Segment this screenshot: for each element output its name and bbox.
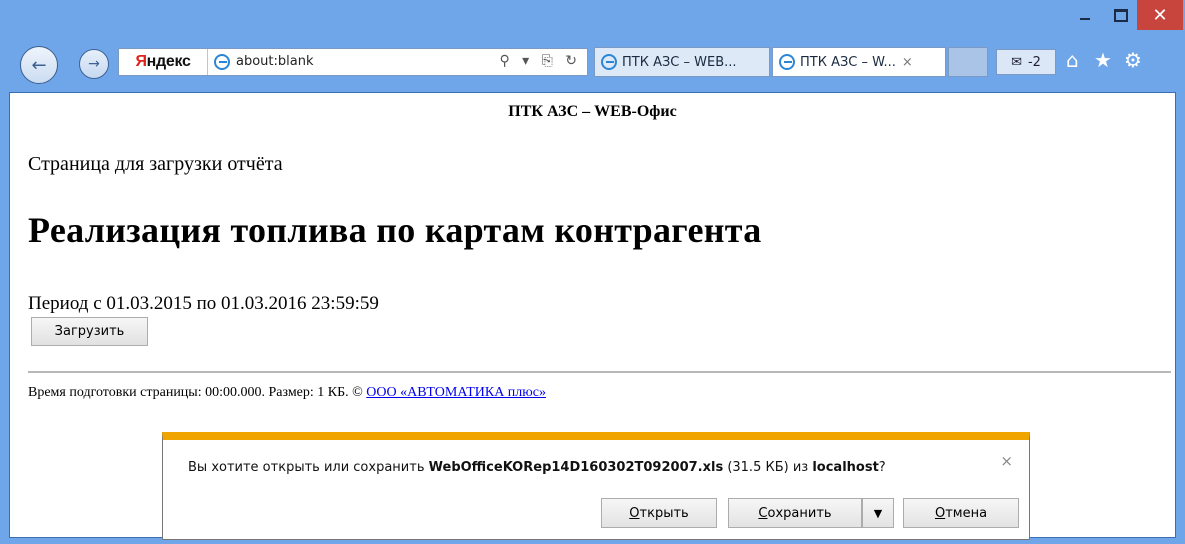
download-host: localhost	[812, 460, 879, 475]
yandex-logo-rest: ндекс	[146, 53, 191, 70]
open-file-button[interactable]: Открыть	[601, 498, 717, 528]
save-options-dropdown[interactable]: ▼	[862, 498, 894, 528]
tab-label: ПТК АЗС – W...	[800, 54, 896, 70]
download-message: Вы хотите открыть или сохранить WebOffic…	[188, 460, 886, 475]
save-file-button[interactable]: Сохранить	[728, 498, 862, 528]
report-title: Реализация топлива по картам контрагента	[28, 210, 762, 250]
address-bar[interactable]: Яндекс about:blank ⚲ ▾ ⎘ ↻	[118, 48, 588, 76]
close-window-button[interactable]: ✕	[1137, 0, 1183, 30]
site-title: ПТК АЗС – WEB-Офис	[508, 103, 677, 120]
forward-arrow-icon: →	[88, 56, 100, 72]
home-icon[interactable]: ⌂	[1066, 48, 1079, 72]
mail-count: -2	[1027, 54, 1041, 70]
download-suffix: ?	[878, 460, 886, 475]
page-footer: Время подготовки страницы: 00:00.000. Ра…	[28, 385, 546, 401]
ie-page-icon	[214, 54, 230, 70]
close-notification-icon[interactable]: ×	[1000, 452, 1013, 470]
forward-button[interactable]: →	[79, 49, 109, 79]
tab-ptk-azs-1[interactable]: ПТК АЗС – WEB...	[594, 47, 770, 77]
settings-gear-icon[interactable]: ⚙	[1124, 48, 1142, 72]
open-accesskey: О	[629, 505, 640, 521]
minimize-icon	[1080, 18, 1090, 20]
divider	[28, 371, 1171, 373]
tab-ptk-azs-2-active[interactable]: ПТК АЗС – W... ×	[772, 47, 946, 77]
maximize-button[interactable]	[1105, 0, 1137, 30]
maximize-icon	[1114, 8, 1128, 22]
chevron-down-icon: ▼	[873, 506, 883, 520]
favorites-star-icon[interactable]: ★	[1094, 48, 1112, 72]
cancel-accesskey: О	[934, 505, 946, 521]
address-tools-icons[interactable]: ⚲ ▾ ⎘ ↻	[499, 53, 581, 69]
download-size: (31.5 КБ) из	[723, 460, 813, 475]
company-link[interactable]: ООО «АВТОМАТИКА плюс»	[366, 385, 546, 400]
back-arrow-icon: ←	[31, 54, 47, 76]
save-accesskey: С	[758, 505, 768, 521]
mail-icon: ✉	[1011, 54, 1022, 70]
browser-window: ✕ ← → Яндекс about:blank ⚲ ▾ ⎘ ↻ ПТК АЗС…	[0, 0, 1185, 544]
page-subtitle: Страница для загрузки отчёта	[28, 153, 283, 175]
download-prompt: Вы хотите открыть или сохранить	[188, 460, 429, 475]
new-tab-button[interactable]	[948, 47, 988, 77]
download-notification-bar: Вы хотите открыть или сохранить WebOffic…	[162, 432, 1030, 540]
cancel-download-button[interactable]: Отмена	[903, 498, 1019, 528]
cancel-label: тмена	[945, 505, 988, 521]
tab-close-icon[interactable]: ×	[902, 55, 913, 70]
navigation-bar: ← → Яндекс about:blank ⚲ ▾ ⎘ ↻ ПТК АЗС –…	[0, 34, 1185, 92]
save-label: охранить	[767, 505, 832, 521]
back-button[interactable]: ←	[20, 46, 58, 84]
download-report-button[interactable]: Загрузить	[31, 317, 148, 346]
download-filename: WebOfficeKORep14D160302T092007.xls	[428, 460, 724, 475]
minimize-button[interactable]	[1065, 0, 1105, 30]
address-text[interactable]: about:blank	[236, 54, 314, 69]
ie-tab-icon	[779, 54, 795, 70]
ie-tab-icon	[601, 54, 617, 70]
open-label: ткрыть	[639, 505, 689, 521]
report-period: Период с 01.03.2015 по 01.03.2016 23:59:…	[28, 293, 379, 314]
yandex-logo-letter: Я	[135, 53, 147, 70]
footer-text: Время подготовки страницы: 00:00.000. Ра…	[28, 385, 367, 400]
search-provider-yandex[interactable]: Яндекс	[119, 49, 208, 75]
mail-notification-button[interactable]: ✉ -2	[996, 49, 1056, 75]
tab-label: ПТК АЗС – WEB...	[622, 54, 737, 70]
